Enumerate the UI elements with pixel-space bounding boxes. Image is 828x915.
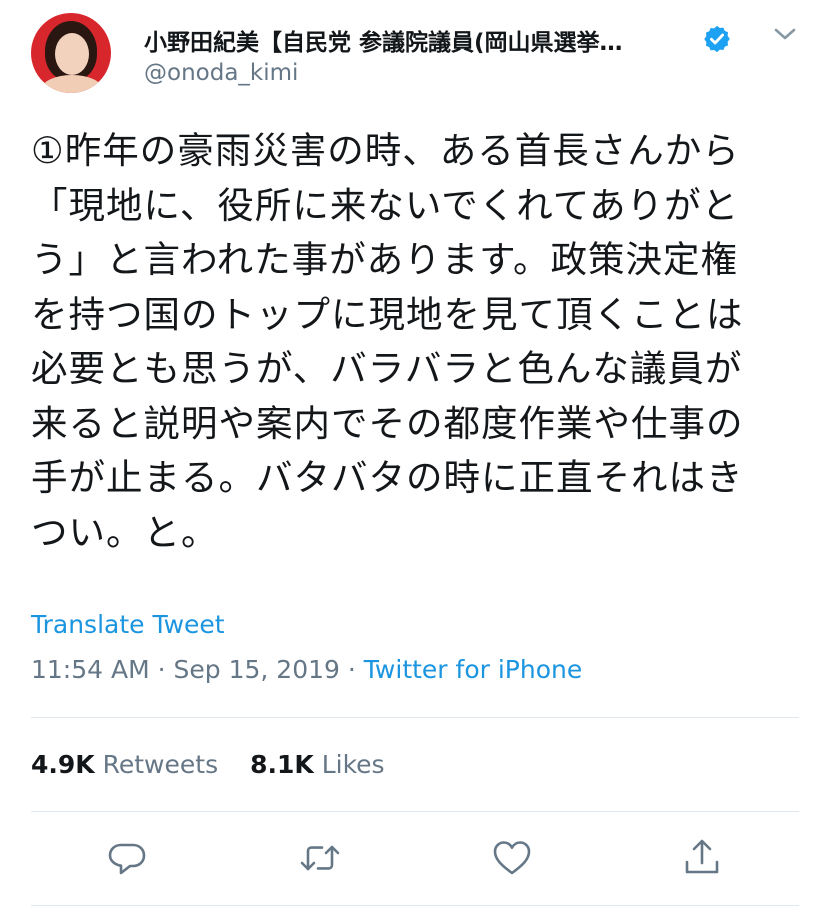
tweet-text: ①昨年の豪雨災害の時、ある首長さんから 「現地に、役所に来ないでくれてありがと … (31, 129, 744, 554)
tweet-time: 11:54 AM (31, 655, 150, 684)
reply-button[interactable] (107, 838, 147, 878)
tweet-source-link[interactable]: Twitter for iPhone (364, 655, 582, 684)
divider (31, 811, 799, 812)
avatar-shoulders (41, 75, 103, 93)
engagement-stats: 4.9K Retweets 8.1K Likes (31, 750, 385, 779)
avatar-face (55, 33, 89, 75)
like-button[interactable] (492, 838, 532, 878)
retweet-button[interactable] (300, 838, 340, 878)
tweet-header: 小野田紀美【自民党 参議院議員(岡山県選挙… @onoda_kimi (0, 0, 828, 112)
divider (31, 905, 799, 906)
translate-tweet-link[interactable]: Translate Tweet (31, 610, 225, 639)
meta-separator: · (157, 655, 166, 684)
likes-label: Likes (321, 750, 385, 779)
avatar[interactable] (31, 13, 111, 93)
divider (31, 717, 799, 718)
tweet-meta: 11:54 AM · Sep 15, 2019 · Twitter for iP… (31, 655, 582, 684)
tweet-date[interactable]: Sep 15, 2019 (174, 655, 340, 684)
display-name[interactable]: 小野田紀美【自民党 参議院議員(岡山県選挙… (144, 23, 694, 57)
retweets-count: 4.9K (31, 750, 95, 779)
verified-badge-icon (704, 25, 730, 53)
retweet-icon (300, 845, 340, 871)
reply-icon (108, 843, 146, 875)
heart-icon (493, 841, 531, 875)
retweets-stat[interactable]: 4.9K Retweets (31, 750, 218, 779)
share-button[interactable] (682, 838, 722, 878)
user-handle[interactable]: @onoda_kimi (144, 60, 298, 86)
retweets-label: Retweets (102, 750, 219, 779)
chevron-down-icon[interactable] (770, 22, 800, 46)
likes-stat[interactable]: 8.1K Likes (250, 750, 385, 779)
likes-count: 8.1K (250, 750, 314, 779)
share-icon (685, 839, 719, 874)
meta-separator: · (347, 655, 356, 684)
